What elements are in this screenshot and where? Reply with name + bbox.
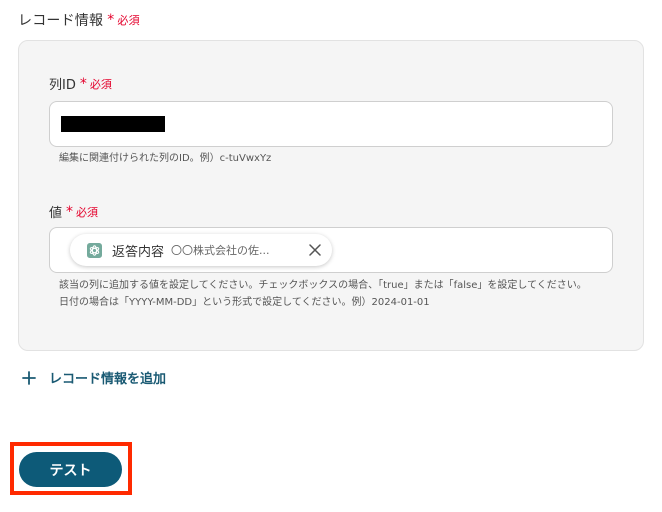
redacted-value [61, 116, 165, 132]
test-button[interactable]: テスト [19, 452, 122, 487]
close-icon[interactable] [306, 241, 324, 259]
column-id-label: 列ID * 必須 [49, 74, 112, 94]
openai-logo-icon [87, 242, 102, 258]
required-star: * [79, 75, 87, 92]
column-id-label-text: 列ID [49, 78, 76, 93]
value-help-line1: 該当の列に追加する値を設定してください。チェックボックスの場合、「true」また… [59, 280, 587, 291]
variable-chip[interactable]: 返答内容 〇〇株式会社の佐... [70, 234, 332, 266]
required-star: * [66, 203, 74, 220]
value-help-line2: 日付の場合は「YYYY-MM-DD」という形式で設定してください。例）2024-… [59, 297, 430, 308]
value-label-text: 値 [49, 206, 63, 221]
record-card: 列ID * 必須 編集に関連付けられた列のID。例）c-tuVwxYz 値 * … [18, 40, 644, 351]
column-id-input[interactable] [49, 101, 613, 147]
value-input[interactable]: 返答内容 〇〇株式会社の佐... [49, 227, 613, 273]
chip-preview: 〇〇株式会社の佐... [171, 244, 270, 257]
add-record-label: レコード情報を追加 [49, 372, 167, 387]
required-text: 必須 [89, 77, 112, 91]
required-star: * [107, 12, 115, 28]
value-label: 値 * 必須 [49, 202, 99, 222]
required-text: 必須 [76, 205, 99, 219]
column-id-help: 編集に関連付けられた列のID。例）c-tuVwxYz [59, 153, 272, 164]
required-text: 必須 [117, 14, 140, 27]
plus-icon [22, 370, 36, 385]
section-label: レコード情報 * 必須 [18, 10, 140, 30]
add-record-button[interactable]: レコード情報を追加 [22, 368, 166, 387]
record-info-form: レコード情報 * 必須 列ID * 必須 編集に関連付けられた列のID。例）c-… [0, 0, 662, 512]
section-title: レコード情報 [18, 13, 104, 29]
chip-name: 返答内容 [112, 244, 165, 260]
